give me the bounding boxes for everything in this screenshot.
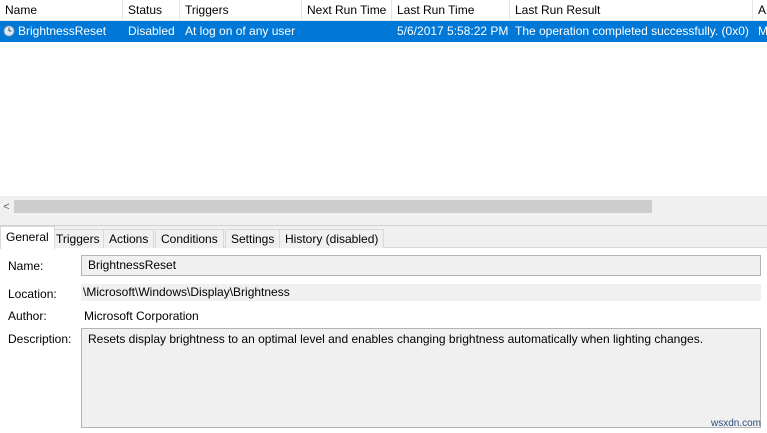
tab-actions[interactable]: Actions (103, 229, 155, 248)
table-row[interactable]: BrightnessReset Disabled At log on of an… (0, 21, 767, 42)
column-header-row: Name Status Triggers Next Run Time Last … (0, 0, 767, 21)
task-name-cell: BrightnessReset (18, 24, 107, 38)
column-header-triggers[interactable]: Triggers (180, 0, 302, 21)
tab-history[interactable]: History (disabled) (279, 229, 385, 248)
name-field[interactable]: BrightnessReset (81, 255, 761, 276)
scrollbar-thumb[interactable] (14, 200, 652, 213)
tab-general[interactable]: General (0, 226, 55, 249)
description-field[interactable]: Resets display brightness to an optimal … (81, 328, 761, 428)
tab-settings[interactable]: Settings (225, 229, 281, 248)
column-header-last-run-result[interactable]: Last Run Result (510, 0, 753, 21)
author-field[interactable]: Microsoft Corporation (81, 308, 761, 325)
column-header-last-run-time[interactable]: Last Run Time (392, 0, 510, 21)
task-author-cell: M (758, 24, 767, 38)
description-label: Description: (8, 332, 72, 346)
column-header-next-run-time[interactable]: Next Run Time (302, 0, 392, 21)
location-field[interactable]: \Microsoft\Windows\Display\Brightness (81, 284, 761, 301)
column-header-author[interactable]: A (753, 0, 767, 21)
horizontal-scrollbar[interactable]: < (0, 196, 767, 218)
name-label: Name: (8, 259, 44, 273)
task-next-run-cell (302, 21, 392, 42)
watermark-text: wsxdn.com (710, 418, 761, 429)
author-label: Author: (8, 309, 47, 323)
tab-strip: General Triggers Actions Conditions Sett… (0, 226, 767, 249)
column-header-name[interactable]: Name (0, 0, 123, 21)
location-label: Location: (8, 287, 57, 301)
task-triggers-cell: At log on of any user (185, 24, 296, 38)
tab-conditions[interactable]: Conditions (155, 229, 224, 248)
task-last-run-cell: 5/6/2017 5:58:22 PM (397, 24, 509, 38)
pane-splitter[interactable] (0, 218, 767, 226)
task-list[interactable]: Name Status Triggers Next Run Time Last … (0, 0, 767, 196)
column-header-status[interactable]: Status (123, 0, 180, 21)
tab-triggers[interactable]: Triggers (50, 229, 106, 248)
scroll-left-arrow-icon[interactable]: < (0, 196, 13, 218)
task-last-result-cell: The operation completed successfully. (0… (515, 24, 749, 38)
task-status-cell: Disabled (128, 24, 175, 38)
general-details-panel: Name: BrightnessReset Location: \Microso… (0, 248, 767, 433)
